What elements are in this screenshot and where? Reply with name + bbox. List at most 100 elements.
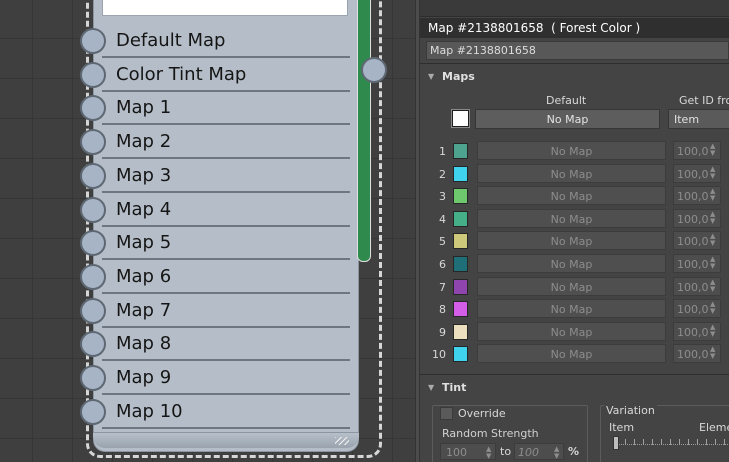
map-row-number: 4 [439,212,446,226]
slot-label: Map 5 [116,232,172,254]
map-color-swatch[interactable] [453,188,468,205]
map-row: 10 No Map 100,0 ▲ ▼ [420,344,729,365]
spinner-arrows-icon[interactable]: ▲ ▼ [710,278,715,293]
map-row-number: 6 [439,258,446,271]
spinner-arrows-icon[interactable]: ▲ ▼ [710,301,715,315]
input-socket[interactable] [80,230,106,257]
output-socket[interactable] [361,57,387,83]
tint-rollout-header[interactable]: ▼ Tint [420,378,729,398]
map-color-swatch[interactable] [453,346,468,363]
spinner-arrows-icon[interactable]: ▲ ▼ [710,210,715,225]
slot-label: Color Tint Map [116,63,247,85]
input-socket[interactable] [80,196,106,223]
column-header-get-id: Get ID from [679,94,729,107]
node-slot[interactable]: Map 10 [80,395,350,429]
map-color-swatch[interactable] [453,165,468,182]
spinner-arrows-icon[interactable]: ▲ ▼ [710,346,715,360]
spinner-arrows-icon[interactable]: ▲ ▼ [710,233,715,247]
node-slot[interactable]: Map 7 [80,294,350,328]
map-slot-button[interactable]: No Map [477,299,666,319]
map-name-input[interactable]: Map #2138801658 [426,41,729,60]
override-label: Override [458,407,506,420]
variation-item-label: Item [609,421,635,434]
map-row: 2 No Map 100,0 ▲ ▼ [420,163,729,185]
node-editor-canvas[interactable]: Default Map Color Tint Map Map 1 Map 2 Map 3… [0,0,415,462]
slot-label: Map 4 [116,198,172,220]
spinner-arrows-icon[interactable]: ▲ ▼ [710,323,715,338]
divider [420,374,729,375]
spinner-arrows-icon[interactable]: ▲ ▼ [710,188,715,202]
column-header-default: Default [546,94,587,107]
percent-label: % [568,445,580,458]
map-color-swatch[interactable] [453,323,468,340]
input-socket[interactable] [80,331,106,358]
map-row-number: 7 [439,280,446,294]
slot-label: Map 7 [116,299,172,321]
node-preview-area [102,0,348,16]
map-color-swatch[interactable] [453,143,468,159]
slot-divider [102,426,350,429]
map-row: 6 No Map 100,0 ▲ ▼ [420,254,729,275]
input-socket[interactable] [80,297,106,324]
spinner-arrows-icon[interactable]: ▲ ▼ [710,256,715,270]
node-slot[interactable]: Color Tint Map [80,58,350,92]
node-slot[interactable]: Map 8 [80,327,350,362]
input-socket[interactable] [80,162,106,189]
panel-title: Map #2138801658 ( Forest Color ) [420,18,729,38]
map-slot-button[interactable]: No Map [477,321,666,341]
resize-grip-icon[interactable] [335,437,349,445]
map-slot-button[interactable]: No Map [477,186,666,206]
slot-label: Map 6 [116,265,172,287]
get-id-dropdown[interactable]: Item [668,109,729,129]
spinner-arrows-icon[interactable]: ▲ ▼ [710,143,715,157]
map-color-swatch[interactable] [453,256,468,272]
node-slot[interactable]: Map 3 [80,159,350,193]
properties-panel: Map #2138801658 ( Forest Color ) Map #21… [420,0,729,462]
input-socket[interactable] [80,61,106,88]
maps-rollout-header[interactable]: ▼ Maps [420,67,729,87]
node-slot[interactable]: Map 2 [80,125,350,160]
input-socket[interactable] [80,129,106,156]
node-slot[interactable]: Map 9 [80,361,350,395]
spinner-arrows-icon[interactable]: ▲ ▼ [710,165,715,180]
map-slot-button[interactable]: No Map [477,231,666,251]
map-slot-button[interactable]: No Map [477,254,666,273]
slot-label: Map 3 [116,164,172,186]
node-slot[interactable]: Map 6 [80,260,350,294]
map-row: 8 No Map 100,0 ▲ ▼ [420,299,729,320]
input-socket[interactable] [80,95,106,122]
spinner-arrows-icon[interactable]: ▲ ▼ [554,446,559,460]
map-color-swatch[interactable] [453,210,468,227]
variation-slider-ticks [616,439,729,445]
map-slot-button[interactable]: No Map [477,276,666,296]
map-row: 9 No Map 100,0 ▲ ▼ [420,321,729,343]
slot-label: Map 9 [116,367,172,388]
slot-label: Default Map [116,30,226,51]
divider [420,63,729,64]
node-slot[interactable]: Map 4 [80,193,350,227]
node-slot[interactable]: Default Map [80,24,350,58]
node-slot[interactable]: Map 1 [80,91,350,126]
map-color-swatch[interactable] [453,301,468,318]
input-socket[interactable] [80,365,106,391]
node-slot[interactable]: Map 5 [80,226,350,261]
map-row-number: 3 [439,190,446,204]
map-slot-button[interactable]: No Map [477,163,666,183]
map-color-swatch[interactable] [453,278,468,295]
to-label: to [500,445,512,458]
spinner-arrows-icon[interactable]: ▲ ▼ [486,446,491,460]
input-socket[interactable] [80,263,106,290]
map-slot-button[interactable]: No Map [477,141,666,160]
map-slot-button[interactable]: No Map [477,208,666,228]
override-checkbox[interactable] [440,407,453,420]
default-color-swatch[interactable] [451,109,470,128]
variation-slider-thumb[interactable] [613,436,619,450]
input-socket[interactable] [80,28,106,54]
input-socket[interactable] [80,398,106,425]
slot-label: Map 1 [116,97,172,119]
default-map-button[interactable]: No Map [475,109,660,129]
panel-top-strip [420,0,729,17]
collapse-triangle-icon: ▼ [428,72,435,81]
map-color-swatch[interactable] [453,233,468,250]
map-slot-button[interactable]: No Map [477,344,666,364]
